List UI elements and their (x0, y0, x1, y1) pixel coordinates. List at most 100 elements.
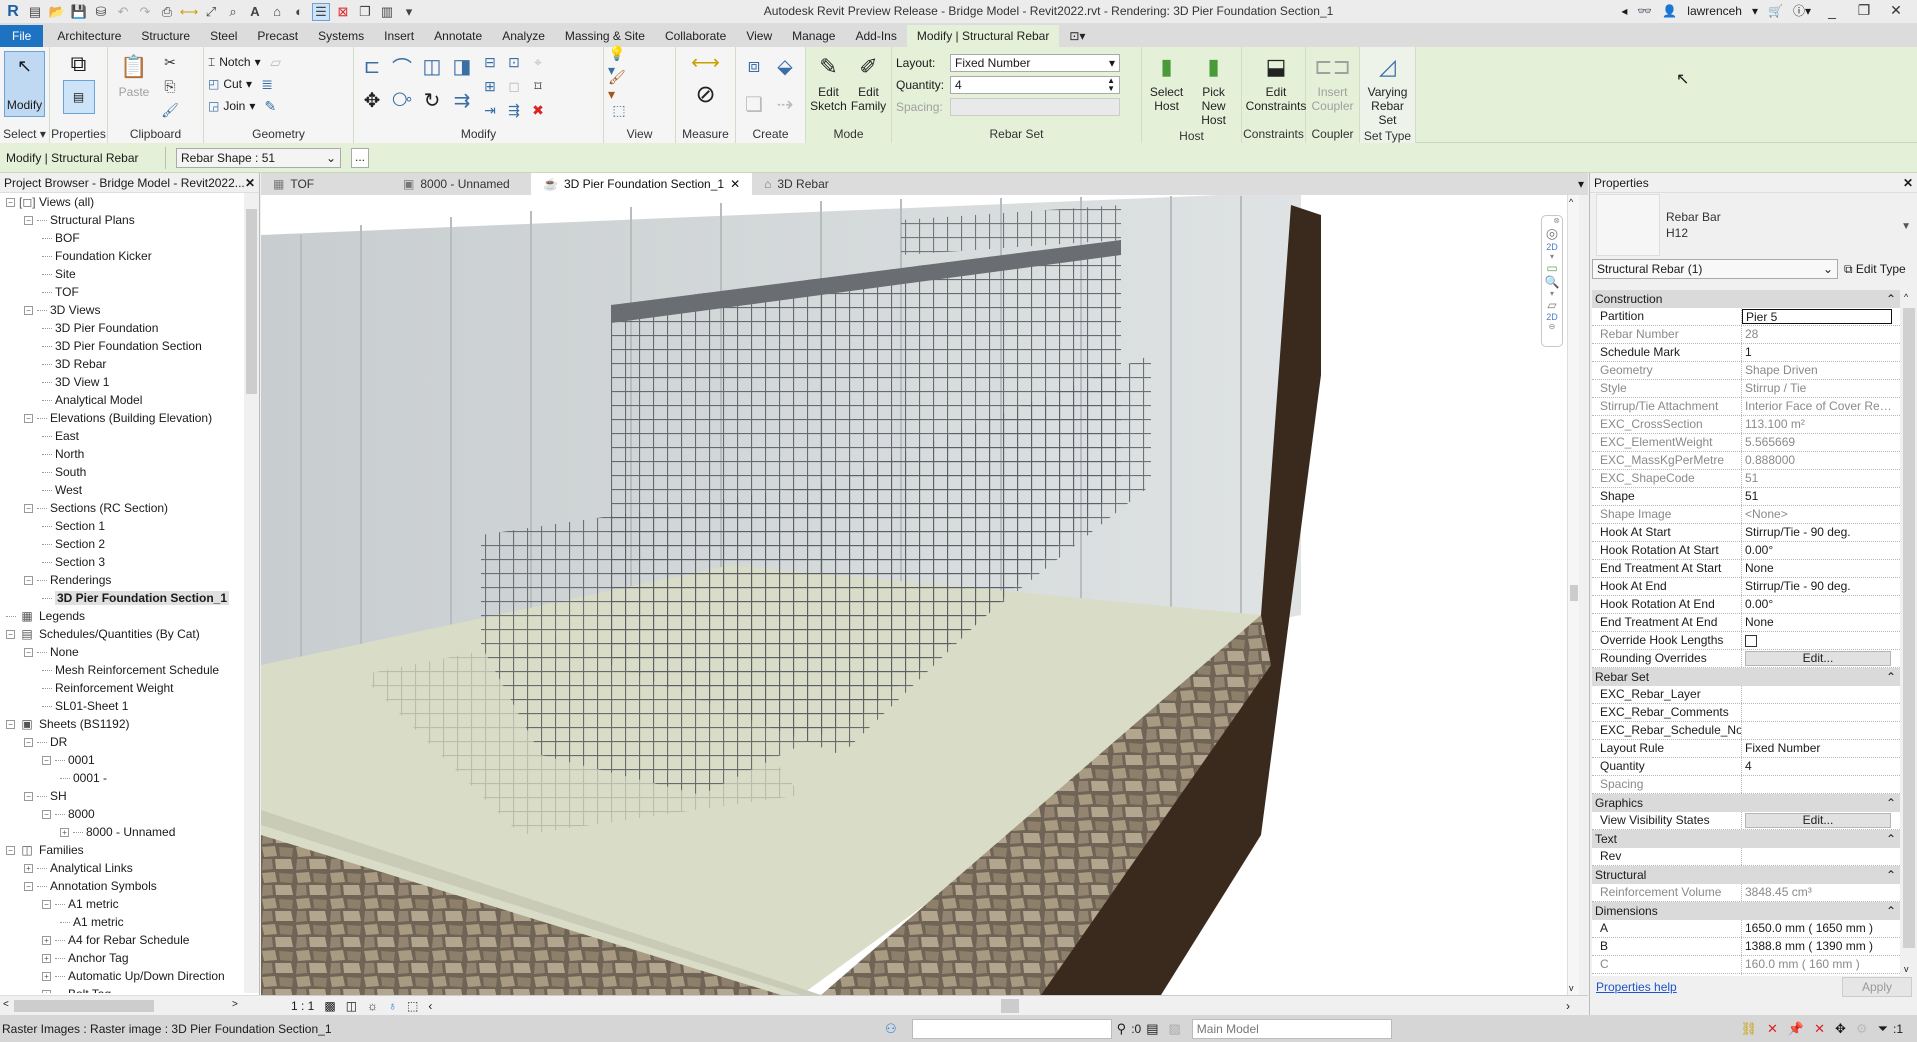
restore-button[interactable]: ❐ (1853, 2, 1875, 19)
close-navbar-icon[interactable]: ⊗ (1542, 216, 1562, 225)
edit-type-button[interactable]: ⧉ Edit Type (1844, 262, 1906, 277)
tree-item[interactable]: 0001 - (0, 769, 245, 787)
create-assembly-icon[interactable]: ⬙ (771, 51, 799, 81)
tree-item[interactable]: Analytical Model (0, 391, 245, 409)
property-value[interactable]: 1 (1742, 344, 1892, 361)
collapse-icon[interactable]: − (42, 900, 51, 910)
property-value[interactable]: None (1742, 614, 1892, 631)
trim-multiple-icon[interactable]: ⇶ (503, 99, 525, 121)
scroll-left-icon[interactable]: < (3, 999, 9, 1010)
tree-item[interactable]: ▦ Legends (0, 607, 245, 625)
tab-structure[interactable]: Structure (131, 25, 200, 47)
view-tab-8000-unnamed[interactable]: ▣ 8000 - Unnamed (391, 173, 531, 195)
select-by-face-icon[interactable]: ✕ (1814, 1021, 1825, 1037)
tree-item[interactable]: 3D View 1 (0, 373, 245, 391)
select-host-button[interactable]: ▮ Select Host (1146, 51, 1187, 114)
aligned-dimension-icon[interactable]: ⤢ (202, 3, 220, 21)
tree-item[interactable]: Section 1 (0, 517, 245, 535)
cart-icon[interactable]: 🛒 (1768, 4, 1783, 18)
property-value[interactable]: Stirrup/Tie - 90 deg. (1742, 578, 1892, 595)
user-interface-icon[interactable]: ▥ (378, 3, 396, 21)
create-group-icon[interactable]: ❏ (740, 90, 768, 120)
property-value[interactable]: Fixed Number (1742, 740, 1892, 757)
property-value[interactable]: Edit... (1742, 650, 1892, 667)
create-parts-icon[interactable]: ⧈ (740, 51, 768, 81)
property-value[interactable]: 0.00° (1742, 542, 1892, 559)
close-hidden-icon[interactable]: ⊠ (334, 3, 352, 21)
tree-item[interactable]: + Anchor Tag (0, 949, 245, 967)
switch-windows-icon[interactable]: ❐ (356, 3, 374, 21)
property-value[interactable]: 51 (1742, 488, 1892, 505)
open-icon[interactable]: 📂 (48, 3, 66, 21)
scroll-up-icon[interactable]: ^ (1904, 292, 1908, 302)
property-value[interactable]: 4 (1742, 758, 1892, 775)
active-workset-dropdown[interactable] (911, 1018, 1112, 1039)
split-face-icon[interactable]: ≣ (256, 73, 278, 95)
tree-item[interactable]: 3D Rebar (0, 355, 245, 373)
apply-button[interactable]: Apply (1842, 977, 1912, 997)
chevron-down-icon[interactable]: ▾ (1542, 252, 1562, 261)
design-option-dropdown[interactable]: Main Model (1191, 1018, 1392, 1039)
crop-view-icon[interactable]: ⬚ (407, 999, 418, 1013)
tab-architecture[interactable]: Architecture (47, 25, 131, 47)
scroll-up-icon[interactable]: ^ (1569, 197, 1573, 207)
measure-icon[interactable]: ⟷ (180, 3, 199, 21)
detail-level-icon[interactable]: ▩ (324, 999, 335, 1013)
save-icon[interactable]: 💾 (70, 3, 88, 21)
close-icon[interactable]: ✕ (1903, 176, 1913, 190)
thin-lines-icon[interactable]: ☰ (312, 2, 330, 21)
tree-item[interactable]: − Elevations (Building Elevation) (0, 409, 245, 427)
scroll-right-icon[interactable]: > (232, 999, 238, 1010)
unpin-icon[interactable]: ⌖ (527, 51, 549, 73)
tree-item[interactable]: 3D Pier Foundation (0, 319, 245, 337)
collapse-icon[interactable]: − (24, 504, 33, 514)
tab-manage[interactable]: Manage (782, 25, 845, 47)
scroll-right-icon[interactable]: › (1566, 999, 1570, 1013)
project-browser-vscroll[interactable] (244, 193, 259, 993)
tree-item[interactable]: BOF (0, 229, 245, 247)
cut-button[interactable]: ◰ Cut ▾ ≣ (208, 73, 278, 95)
expand-icon[interactable]: + (42, 936, 51, 946)
layout-dropdown[interactable]: Fixed Number ▾ (950, 54, 1120, 72)
infocenter-arrow-icon[interactable]: ◂ (1621, 4, 1627, 18)
scale-icon[interactable]: ◻ (503, 75, 525, 97)
view-tab-3d-rebar[interactable]: ⌂ 3D Rebar (752, 173, 841, 195)
copy-icon[interactable]: ⎘ (159, 75, 181, 97)
scroll-down-icon[interactable]: v (1569, 983, 1574, 993)
expand-icon[interactable]: + (24, 864, 33, 874)
collapse-icon[interactable]: − (6, 720, 15, 730)
tree-item[interactable]: − ▤ Schedules/Quantities (By Cat) (0, 625, 245, 643)
tab-insert[interactable]: Insert (374, 25, 424, 47)
property-group-header[interactable]: Structural ⌃ (1592, 866, 1900, 884)
tree-item[interactable]: − SH (0, 787, 245, 805)
property-value[interactable]: None (1742, 560, 1892, 577)
revit-logo[interactable]: R (4, 3, 22, 21)
varying-rebar-set-button[interactable]: ◿ Varying Rebar Set (1364, 51, 1411, 128)
sync-icon[interactable]: ⛁ (92, 3, 110, 21)
expand-icon[interactable]: + (42, 990, 51, 993)
collapse-icon[interactable]: − (42, 810, 51, 820)
viewport-hscroll-thumb[interactable] (1001, 999, 1019, 1013)
property-group-header[interactable]: Text ⌃ (1592, 830, 1900, 848)
tree-item[interactable]: 3D Pier Foundation Section_1 (0, 589, 245, 607)
close-button[interactable]: ✕ (1885, 2, 1907, 19)
property-value[interactable] (1742, 686, 1892, 703)
pin-icon[interactable]: ⌑ (527, 75, 549, 97)
split-gap-icon[interactable]: ⊡ (503, 51, 525, 73)
property-value[interactable] (1742, 848, 1892, 865)
project-browser-hscroll[interactable]: < > (0, 995, 260, 1015)
tree-item[interactable]: South (0, 463, 245, 481)
type-properties-icon[interactable]: ⧉ (71, 51, 87, 77)
tree-item[interactable]: − 3D Views (0, 301, 245, 319)
undo-icon[interactable]: ↶ (114, 3, 132, 21)
collapse-group-icon[interactable]: ⌃ (1886, 902, 1896, 920)
collapse-icon[interactable]: − (24, 648, 33, 658)
join-button[interactable]: ◲ Join ▾ ✎ (208, 95, 281, 117)
notch-button[interactable]: ⌶ Notch ▾ ▱ (208, 51, 287, 73)
instance-filter-dropdown[interactable]: Structural Rebar (1) ⌄ (1592, 259, 1838, 279)
section-icon[interactable]: ◐ (290, 3, 308, 21)
tree-item[interactable]: East (0, 427, 245, 445)
property-value[interactable]: 1650.0 mm ( 1650 mm ) (1742, 920, 1892, 937)
collapse-group-icon[interactable]: ⌃ (1886, 830, 1896, 848)
paste-button[interactable]: 📋 Paste (112, 51, 156, 100)
